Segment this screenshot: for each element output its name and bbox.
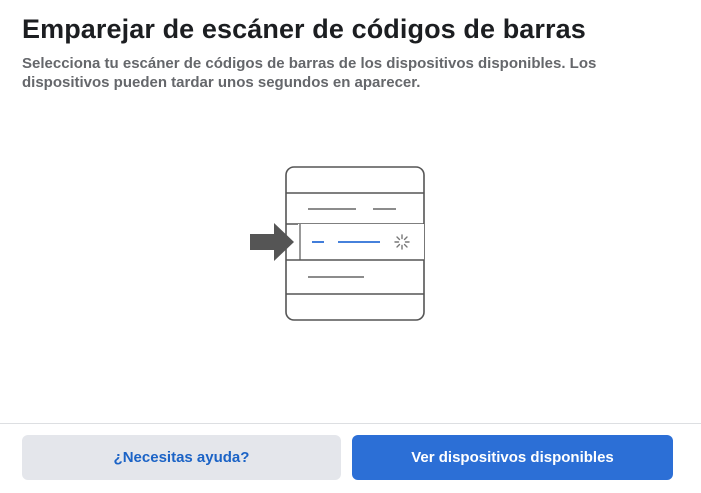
device-list-icon: [250, 166, 425, 321]
view-available-devices-button[interactable]: Ver dispositivos disponibles: [352, 435, 673, 480]
footer-actions: ¿Necesitas ayuda? Ver dispositivos dispo…: [22, 435, 673, 480]
page-title: Emparejar de escáner de códigos de barra…: [22, 14, 586, 44]
page-subtitle: Selecciona tu escáner de códigos de barr…: [22, 55, 597, 91]
help-button[interactable]: ¿Necesitas ayuda?: [22, 435, 341, 480]
footer-divider: [0, 423, 701, 424]
scanner-pairing-illustration: [248, 165, 428, 325]
page-header: Emparejar de escáner de códigos de barra…: [22, 12, 672, 92]
